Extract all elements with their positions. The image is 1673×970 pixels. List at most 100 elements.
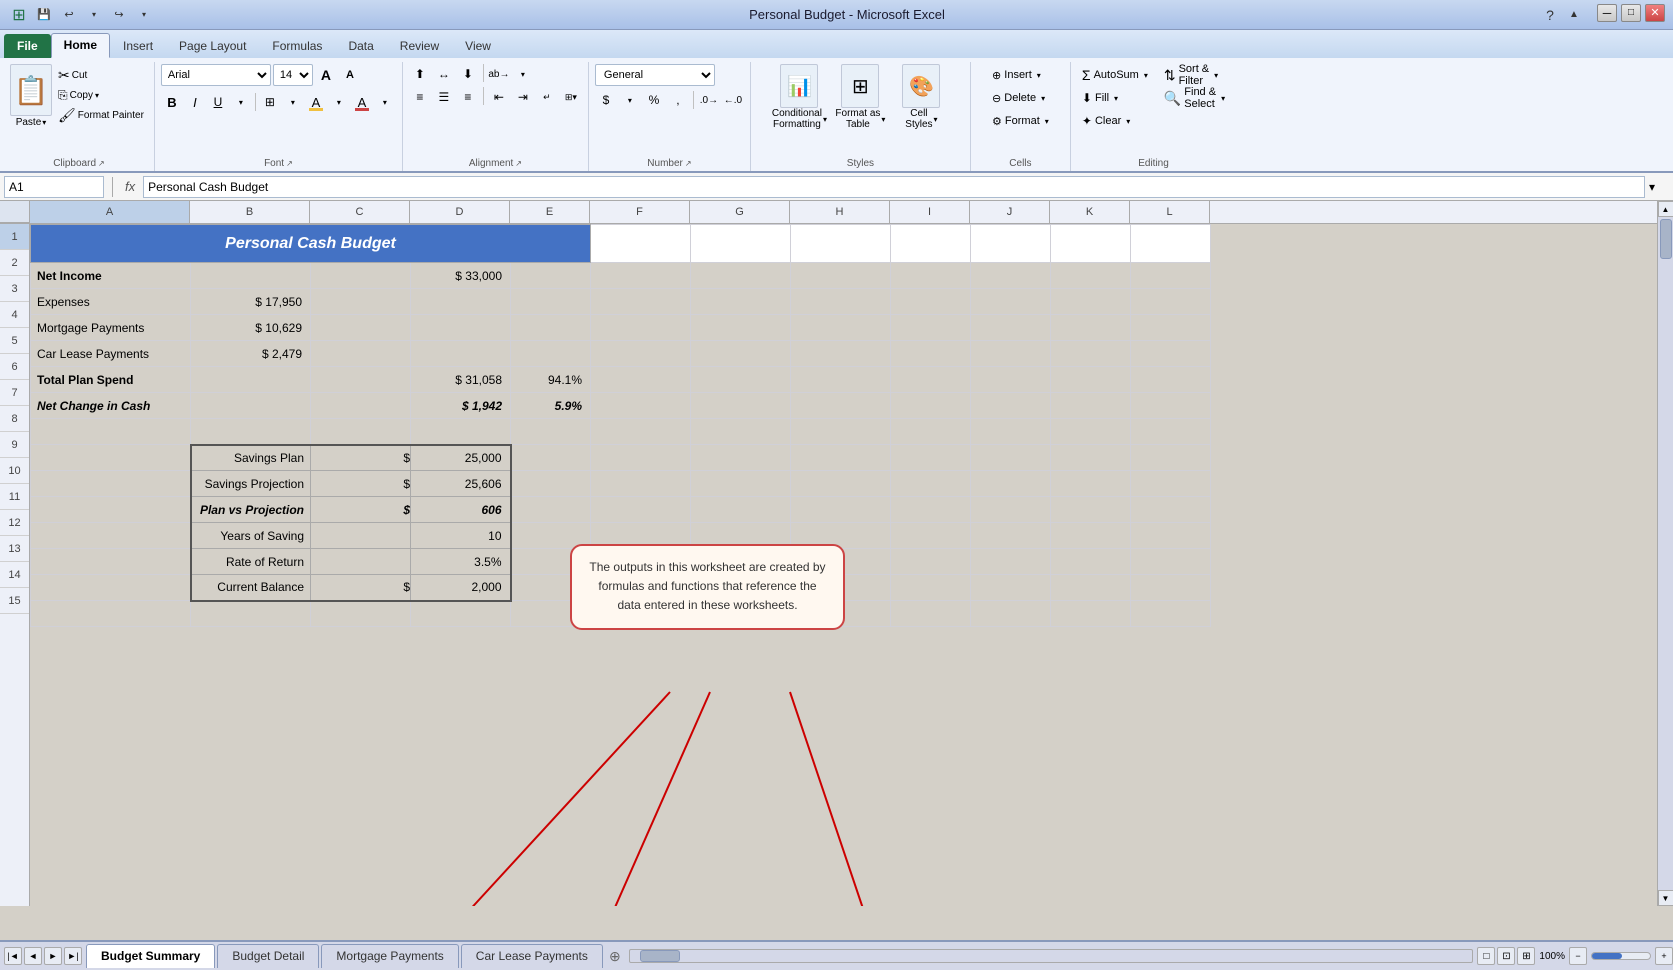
cell-l13[interactable] [1131, 549, 1211, 575]
accounting-button[interactable]: $ [595, 89, 617, 111]
cell-c2[interactable] [311, 263, 411, 289]
cell-g8[interactable] [691, 419, 791, 445]
cell-k12[interactable] [1051, 523, 1131, 549]
cell-b2[interactable] [191, 263, 311, 289]
cell-j7[interactable] [971, 393, 1051, 419]
cell-b12[interactable]: Years of Saving [191, 523, 311, 549]
cell-i13[interactable] [891, 549, 971, 575]
col-header-d[interactable]: D [410, 201, 510, 223]
col-header-b[interactable]: B [190, 201, 310, 223]
cell-b11[interactable]: Plan vs Projection [191, 497, 311, 523]
cell-l3[interactable] [1131, 289, 1211, 315]
maximize-button[interactable]: □ [1621, 4, 1641, 22]
cell-a8[interactable] [31, 419, 191, 445]
minimize-button[interactable]: ─ [1597, 4, 1617, 22]
cell-b14[interactable]: Current Balance [191, 575, 311, 601]
cell-d13[interactable]: 3.5% [411, 549, 511, 575]
cell-b6[interactable] [191, 367, 311, 393]
cell-l6[interactable] [1131, 367, 1211, 393]
row-num-6[interactable]: 6 [0, 354, 29, 380]
next-sheet-button[interactable]: ► [44, 947, 62, 965]
cell-f8[interactable] [591, 419, 691, 445]
increase-font-button[interactable]: A [315, 64, 337, 86]
cell-f4[interactable] [591, 315, 691, 341]
align-top-button[interactable]: ⬆ [409, 64, 431, 84]
cell-k7[interactable] [1051, 393, 1131, 419]
cell-k14[interactable] [1051, 575, 1131, 601]
cell-d6[interactable]: $ 31,058 [411, 367, 511, 393]
col-header-a[interactable]: A [30, 201, 190, 223]
sheet-tab-mortgage-payments[interactable]: Mortgage Payments [321, 944, 458, 968]
cell-l1[interactable] [1131, 225, 1211, 263]
cell-j1[interactable] [971, 225, 1051, 263]
decrease-indent-button[interactable]: ⇤ [488, 87, 510, 107]
cell-c13[interactable] [311, 549, 411, 575]
decrease-font-button[interactable]: A [339, 64, 361, 86]
cell-l8[interactable] [1131, 419, 1211, 445]
tab-review[interactable]: Review [387, 34, 452, 58]
cell-f11[interactable] [591, 497, 691, 523]
cell-a4[interactable]: Mortgage Payments [31, 315, 191, 341]
cell-h6[interactable] [791, 367, 891, 393]
cell-l2[interactable] [1131, 263, 1211, 289]
cell-f3[interactable] [591, 289, 691, 315]
cell-h11[interactable] [791, 497, 891, 523]
format-as-table-button[interactable]: ⊞ Format asTable ▾ [833, 64, 888, 130]
cell-a7[interactable]: Net Change in Cash [31, 393, 191, 419]
cell-h2[interactable] [791, 263, 891, 289]
cell-i9[interactable] [891, 445, 971, 471]
cell-c9[interactable]: $ [311, 445, 411, 471]
cell-j8[interactable] [971, 419, 1051, 445]
cell-g11[interactable] [691, 497, 791, 523]
cell-c3[interactable] [311, 289, 411, 315]
cell-l9[interactable] [1131, 445, 1211, 471]
add-sheet-button[interactable]: ⊕ [605, 946, 625, 966]
fill-dropdown-button[interactable]: ▾ [328, 91, 350, 113]
align-center-button[interactable]: ☰ [433, 87, 455, 107]
cell-f1[interactable] [591, 225, 691, 263]
ribbon-collapse-button[interactable]: ▲ [1563, 4, 1585, 26]
row-num-15[interactable]: 15 [0, 588, 29, 614]
cell-e9[interactable] [511, 445, 591, 471]
number-expand-icon[interactable]: ↗ [685, 159, 692, 168]
cell-j3[interactable] [971, 289, 1051, 315]
cell-i5[interactable] [891, 341, 971, 367]
col-header-l[interactable]: L [1130, 201, 1210, 223]
cell-e7[interactable]: 5.9% [511, 393, 591, 419]
clipboard-expand-icon[interactable]: ↗ [98, 159, 105, 168]
scroll-down-button[interactable]: ▼ [1658, 890, 1673, 906]
cell-e5[interactable] [511, 341, 591, 367]
row-num-13[interactable]: 13 [0, 536, 29, 562]
row-num-3[interactable]: 3 [0, 276, 29, 302]
cell-c4[interactable] [311, 315, 411, 341]
cell-k15[interactable] [1051, 601, 1131, 627]
row-num-1[interactable]: 1 [0, 224, 29, 250]
row-num-4[interactable]: 4 [0, 302, 29, 328]
align-left-button[interactable]: ≡ [409, 87, 431, 107]
cell-d14[interactable]: 2,000 [411, 575, 511, 601]
cell-b9[interactable]: Savings Plan [191, 445, 311, 471]
tab-insert[interactable]: Insert [110, 34, 166, 58]
align-bottom-button[interactable]: ⬇ [457, 64, 479, 84]
cell-c5[interactable] [311, 341, 411, 367]
cell-j15[interactable] [971, 601, 1051, 627]
horizontal-scroll[interactable] [629, 949, 1474, 963]
wrap-text-button[interactable]: ↵ [536, 87, 558, 107]
col-header-i[interactable]: I [890, 201, 970, 223]
cell-a10[interactable] [31, 471, 191, 497]
col-header-h[interactable]: H [790, 201, 890, 223]
sort-filter-button[interactable]: ⇅ Sort &Filter ▾ [1159, 64, 1230, 86]
row-num-8[interactable]: 8 [0, 406, 29, 432]
percent-button[interactable]: % [643, 89, 665, 111]
cell-i7[interactable] [891, 393, 971, 419]
accounting-dropdown-button[interactable]: ▾ [619, 89, 641, 111]
find-select-button[interactable]: 🔍 Find &Select ▾ [1159, 87, 1230, 109]
row-num-2[interactable]: 2 [0, 250, 29, 276]
cell-b3[interactable]: $ 17,950 [191, 289, 311, 315]
cell-g7[interactable] [691, 393, 791, 419]
cell-c6[interactable] [311, 367, 411, 393]
fill-button[interactable]: ⬇ Fill ▾ [1077, 87, 1153, 109]
sheet-tab-budget-summary[interactable]: Budget Summary [86, 944, 215, 968]
cell-i12[interactable] [891, 523, 971, 549]
cell-j4[interactable] [971, 315, 1051, 341]
